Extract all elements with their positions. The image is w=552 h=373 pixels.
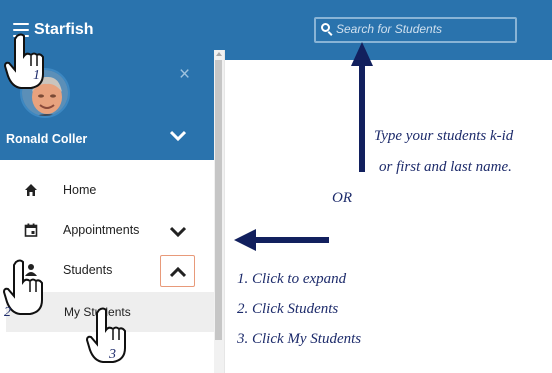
or-label: OR <box>332 190 352 206</box>
hand-cursor-3-icon: 3 <box>85 306 131 368</box>
search-note-line-2: or first and last name. <box>379 159 512 175</box>
hand-label-2: 2 <box>4 305 11 320</box>
hand-cursor-2-icon: 2 <box>2 258 48 320</box>
up-arrow-head <box>351 42 373 66</box>
step-3: 3. Click My Students <box>237 331 362 347</box>
step-2: 2. Click Students <box>237 301 339 317</box>
search-note-line-1: Type your students k-id <box>374 128 514 144</box>
left-arrow-head <box>234 229 256 251</box>
step-1: 1. Click to expand <box>237 271 347 287</box>
hand-label-1: 1 <box>33 68 40 83</box>
hand-cursor-1-icon: 1 <box>3 32 49 92</box>
hand-label-3: 3 <box>108 347 116 362</box>
